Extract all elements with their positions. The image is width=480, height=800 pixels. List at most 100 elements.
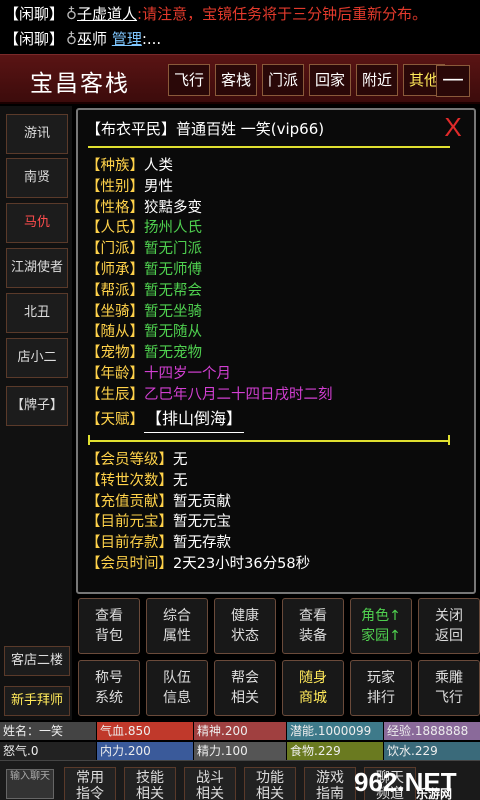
minimize-button[interactable]: — <box>436 65 470 97</box>
stat-spirit: 精神.200 <box>194 722 286 740</box>
divider <box>88 146 450 148</box>
close-icon[interactable]: X <box>438 112 468 142</box>
talent-link[interactable]: 【排山倒海】 <box>144 406 245 433</box>
action-label-2: 属性 <box>163 628 191 644</box>
npc-button[interactable]: 南贤 <box>6 158 68 198</box>
menu-button[interactable]: 常用 指令 <box>64 767 116 800</box>
newbie-master-button[interactable]: 新手拜师 <box>4 686 70 716</box>
attribute-row: 【坐骑】暂无坐骑 <box>86 302 333 323</box>
chat-player-name[interactable]: 巫师 <box>77 30 107 48</box>
stat-hp: 气血.850 <box>97 722 193 740</box>
vip-attribute-row: 【充值贡献】暂无贡献 <box>86 492 310 513</box>
action-button[interactable]: 玩家 排行 <box>350 660 412 716</box>
talent-row: 【天赋】 【排山倒海】 <box>86 406 245 433</box>
chat-link-manage[interactable]: 管理 <box>112 30 142 48</box>
attr-key: 【充值贡献】 <box>86 493 173 510</box>
npc-button[interactable]: 店小二 <box>6 338 68 378</box>
menu-button[interactable]: 功能 相关 <box>244 767 296 800</box>
npc-button[interactable]: 【牌子】 <box>6 386 68 426</box>
attr-key: 【会员等级】 <box>86 452 173 468</box>
stat-exp: 经验.1888888 <box>384 722 480 740</box>
chat-line[interactable]: 【闲聊】 ♁巫师 管理:... <box>4 27 161 51</box>
action-label-2: 装备 <box>299 628 327 644</box>
npc-button[interactable]: 游讯 <box>6 114 68 154</box>
attr-value: 暂无元宝 <box>173 514 231 531</box>
attr-key: 【随从】 <box>86 324 144 341</box>
attr-value: 无 <box>173 452 188 468</box>
player-symbol-icon: ♁ <box>66 30 78 48</box>
attr-value: 暂无师傅 <box>144 261 202 278</box>
action-label-1: 队伍 <box>163 670 191 686</box>
menu-label-2: 指令 <box>76 786 104 800</box>
attr-value: 十四岁一个月 <box>144 365 231 382</box>
action-button[interactable]: 角色↑ 家园↑ <box>350 598 412 654</box>
action-label-1: 称号 <box>95 670 123 686</box>
attr-key: 【性格】 <box>86 199 144 216</box>
attr-key: 【种族】 <box>86 158 144 174</box>
attr-value: 2天23小时36分58秒 <box>173 555 311 572</box>
action-grid: 查看 背包 综合 属性 健康 状态 查看 装备 角色↑ 家园↑ 关闭 返回 称号 系统 队伍 信息 帮会 相关 随身… <box>76 598 480 720</box>
npc-button[interactable]: 江湖使者 <box>6 248 68 288</box>
action-button[interactable]: 查看 背包 <box>78 598 140 654</box>
attr-value: 扬州人氏 <box>144 220 202 237</box>
chat-message: :... <box>141 30 162 48</box>
goto-upstairs-button[interactable]: 客店二楼 <box>4 646 70 676</box>
attr-key: 【生辰】 <box>86 386 144 403</box>
menu-button[interactable]: 游戏 指南 <box>304 767 356 800</box>
vip-attribute-row: 【转世次数】无 <box>86 471 310 492</box>
attr-value: 暂无存款 <box>173 535 231 552</box>
action-button[interactable]: 帮会 相关 <box>214 660 276 716</box>
menu-label-1: 游戏 <box>316 770 344 786</box>
status-bar: 姓名：一笑 气血.850 精神.200 潜能.1000099 经验.188888… <box>0 722 480 760</box>
action-button[interactable]: 乘雕 飞行 <box>418 660 480 716</box>
nav-sect-button[interactable]: 门派 <box>262 64 304 96</box>
action-label-1: 随身 <box>299 670 327 686</box>
chat-message: 请注意，宝镜任务将于三分钟后重新分布。 <box>142 5 428 23</box>
menu-label-2: 相关 <box>256 786 284 800</box>
attr-value: 男性 <box>144 178 173 195</box>
attr-value: 乙巳年八月二十四日戌时二刻 <box>144 386 333 403</box>
menu-label-1: 常用 <box>76 770 104 786</box>
attr-value: 暂无坐骑 <box>144 303 202 320</box>
nav-home-button[interactable]: 回家 <box>309 64 351 96</box>
divider-tick <box>448 435 450 445</box>
vip-attribute-row: 【会员等级】无 <box>86 450 310 471</box>
menu-button[interactable]: 战斗 相关 <box>184 767 236 800</box>
action-label-1: 角色↑ <box>361 608 401 624</box>
action-button[interactable]: 随身 商城 <box>282 660 344 716</box>
stat-energy: 精力.100 <box>194 742 286 760</box>
vip-attribute-row: 【目前元宝】暂无元宝 <box>86 512 310 533</box>
nav-nearby-button[interactable]: 附近 <box>356 64 398 96</box>
watermark-logo: 962.NET 乐游网 <box>354 767 474 800</box>
npc-button[interactable]: 北丑 <box>6 293 68 333</box>
menu-label-2: 相关 <box>196 786 224 800</box>
action-button[interactable]: 称号 系统 <box>78 660 140 716</box>
action-button[interactable]: 健康 状态 <box>214 598 276 654</box>
action-button[interactable]: 综合 属性 <box>146 598 208 654</box>
action-label-2: 商城 <box>299 690 327 706</box>
location-bar: 宝昌客栈 飞行 客栈 门派 回家 附近 其他 — <box>0 54 480 104</box>
npc-button[interactable]: 马仇 <box>6 203 68 243</box>
chat-line[interactable]: 【闲聊】 ♁子虚道人:请注意，宝镜任务将于三分钟后重新分布。 <box>4 2 427 26</box>
attribute-row: 【生辰】乙巳年八月二十四日戌时二刻 <box>86 385 333 406</box>
attr-key: 【年龄】 <box>86 365 144 382</box>
action-button[interactable]: 查看 装备 <box>282 598 344 654</box>
action-label-2: 排行 <box>367 690 395 706</box>
attr-key: 【门派】 <box>86 241 144 258</box>
action-button[interactable]: 关闭 返回 <box>418 598 480 654</box>
menu-button[interactable]: 技能 相关 <box>124 767 176 800</box>
nav-inn-button[interactable]: 客栈 <box>215 64 257 96</box>
attribute-row: 【宠物】暂无宠物 <box>86 343 333 364</box>
divider <box>88 440 450 442</box>
action-label-1: 查看 <box>299 608 327 624</box>
watermark-sub: 乐游网 <box>416 787 453 800</box>
panel-heading: 【布衣平民】普通百姓 一笑(vip66) <box>86 120 325 138</box>
stat-neili: 内力.200 <box>97 742 193 760</box>
chat-input-button[interactable]: 输入聊天 <box>6 769 54 799</box>
action-button[interactable]: 队伍 信息 <box>146 660 208 716</box>
nav-fly-button[interactable]: 飞行 <box>168 64 210 96</box>
action-label-1: 综合 <box>163 608 191 624</box>
chat-player-name[interactable]: 子虚道人 <box>77 5 137 23</box>
vip-attribute-list: 【会员等级】无 【转世次数】无 【充值贡献】暂无贡献 【目前元宝】暂无元宝 【目前存款】… <box>86 450 310 575</box>
attribute-row: 【性别】男性 <box>86 177 333 198</box>
